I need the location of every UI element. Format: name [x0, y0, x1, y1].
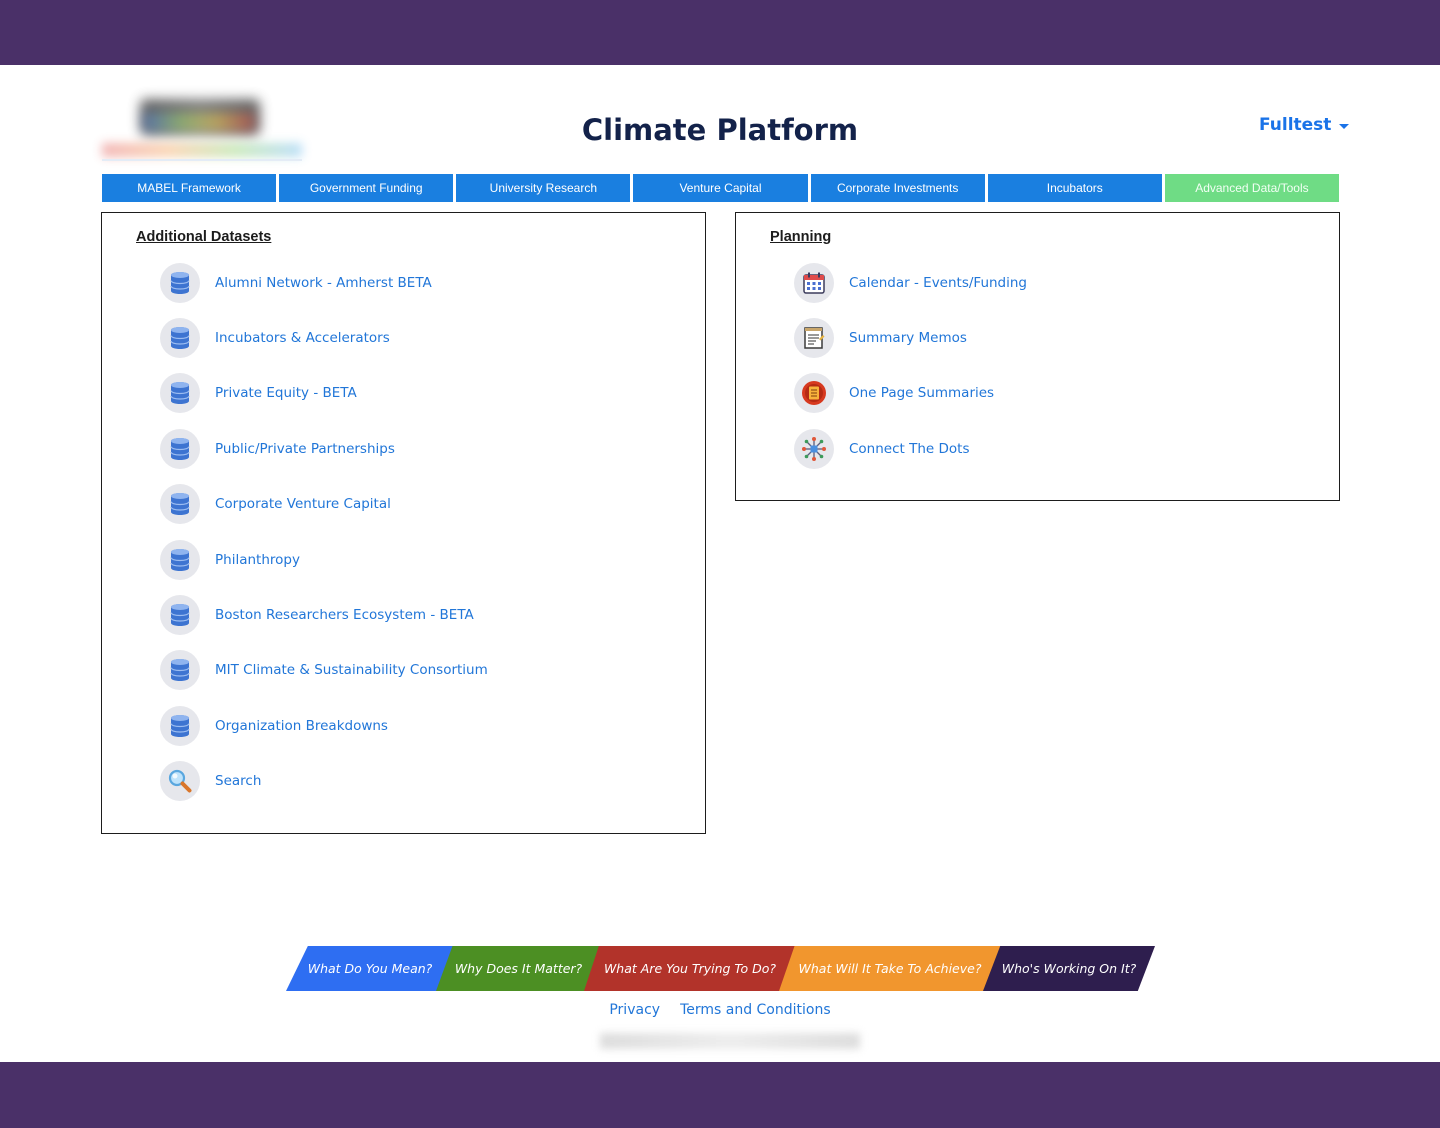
privacy-link[interactable]: Privacy — [609, 1002, 660, 1018]
dataset-label: Philanthropy — [215, 552, 300, 568]
tab-mabel-framework[interactable]: MABEL Framework — [102, 174, 277, 202]
database-icon — [160, 706, 200, 746]
planning-link-calendar[interactable]: Calendar - Events/Funding — [794, 263, 1027, 303]
database-icon — [160, 318, 200, 358]
question-what-are-you-trying[interactable]: What Are You Trying To Do? — [584, 946, 796, 991]
planning-label: Calendar - Events/Funding — [849, 275, 1027, 291]
panel-heading: Planning — [770, 229, 832, 245]
dataset-link[interactable]: MIT Climate & Sustainability Consortium — [160, 650, 488, 690]
planning-link-memos[interactable]: Summary Memos — [794, 318, 967, 358]
database-icon — [160, 595, 200, 635]
dataset-label: MIT Climate & Sustainability Consortium — [215, 662, 488, 678]
database-icon — [160, 540, 200, 580]
copyright-text — [600, 1033, 860, 1049]
dataset-link[interactable]: Philanthropy — [160, 540, 300, 580]
tab-advanced-data-tools[interactable]: Advanced Data/Tools — [1164, 174, 1339, 202]
tab-corporate-investments[interactable]: Corporate Investments — [810, 174, 985, 202]
database-icon — [160, 650, 200, 690]
planning-link-connect-dots[interactable]: Connect The Dots — [794, 429, 970, 469]
dataset-label: Incubators & Accelerators — [215, 330, 390, 346]
caret-down-icon — [1339, 123, 1350, 129]
calendar-icon — [794, 263, 834, 303]
dataset-label: Private Equity - BETA — [215, 385, 357, 401]
question-what-do-you-mean[interactable]: What Do You Mean? — [286, 946, 454, 991]
page-title: Climate Platform — [581, 113, 859, 147]
planning-label: One Page Summaries — [849, 385, 995, 401]
dataset-link[interactable]: Public/Private Partnerships — [160, 429, 395, 469]
dataset-label: Public/Private Partnerships — [215, 441, 395, 457]
dataset-link[interactable]: Private Equity - BETA — [160, 373, 357, 413]
network-icon — [794, 429, 834, 469]
question-what-will-it-take[interactable]: What Will It Take To Achieve? — [779, 946, 1001, 991]
database-icon — [160, 429, 200, 469]
footer-links: Privacy Terms and Conditions — [0, 1002, 1440, 1018]
dataset-label: Boston Researchers Ecosystem - BETA — [215, 607, 474, 623]
search-label: Search — [215, 773, 262, 789]
dataset-link[interactable]: Organization Breakdowns — [160, 706, 388, 746]
question-why-does-it-matter[interactable]: Why Does It Matter? — [436, 946, 601, 991]
database-icon — [160, 373, 200, 413]
memo-icon — [794, 318, 834, 358]
main-nav: MABEL Framework Government Funding Unive… — [102, 174, 1339, 202]
document-icon — [794, 373, 834, 413]
dataset-label: Organization Breakdowns — [215, 718, 388, 734]
search-link[interactable]: Search — [160, 761, 261, 801]
tab-venture-capital[interactable]: Venture Capital — [633, 174, 808, 202]
database-icon — [160, 263, 200, 303]
tab-university-research[interactable]: University Research — [456, 174, 631, 202]
tab-government-funding[interactable]: Government Funding — [279, 174, 454, 202]
tab-incubators[interactable]: Incubators — [987, 174, 1162, 202]
question-whos-working[interactable]: Who's Working On It? — [983, 946, 1155, 991]
planning-link-one-page[interactable]: One Page Summaries — [794, 373, 994, 413]
additional-datasets-panel: Additional Datasets Alumni Network - Amh… — [101, 212, 706, 834]
page-body: Climate Platform Fulltest MABEL Framewor… — [0, 65, 1440, 1062]
database-icon — [160, 484, 200, 524]
dataset-link[interactable]: Boston Researchers Ecosystem - BETA — [160, 595, 474, 635]
dataset-link[interactable]: Alumni Network - Amherst BETA — [160, 263, 432, 303]
dataset-link[interactable]: Incubators & Accelerators — [160, 318, 390, 358]
user-menu-label: Fulltest — [1259, 115, 1332, 135]
planning-label: Connect The Dots — [849, 441, 970, 457]
planning-label: Summary Memos — [849, 330, 967, 346]
dataset-label: Corporate Venture Capital — [215, 496, 391, 512]
panel-heading: Additional Datasets — [136, 229, 272, 245]
terms-link[interactable]: Terms and Conditions — [680, 1002, 831, 1018]
user-menu[interactable]: Fulltest — [1259, 115, 1350, 135]
magnifier-icon — [160, 761, 200, 801]
planning-panel: Planning Calendar - Events/Funding Summa… — [735, 212, 1340, 501]
dataset-link[interactable]: Corporate Venture Capital — [160, 484, 391, 524]
question-bar: What Do You Mean? Why Does It Matter? Wh… — [286, 946, 1156, 991]
dataset-label: Alumni Network - Amherst BETA — [215, 275, 432, 291]
